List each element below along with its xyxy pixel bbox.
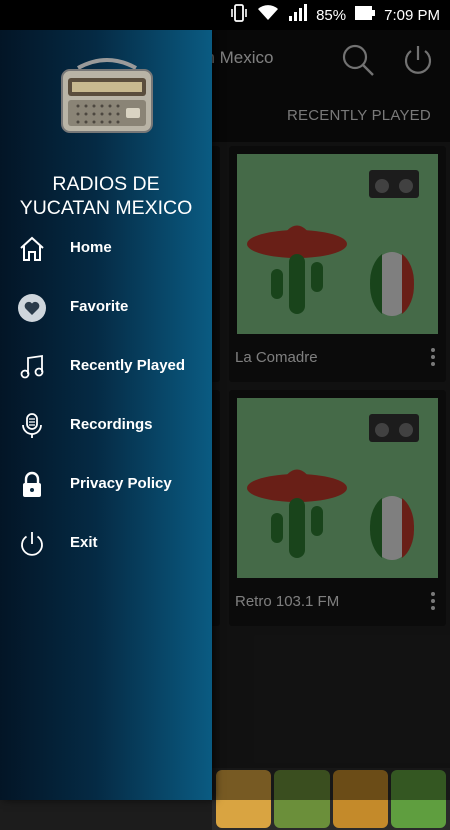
battery-percent: 85% bbox=[316, 6, 347, 24]
station-card[interactable]: Retro 103.1 FM bbox=[229, 390, 446, 626]
home-icon bbox=[18, 235, 46, 263]
ad-game-thumbnail bbox=[216, 770, 272, 828]
drawer-title-line1: RADIOS DE bbox=[52, 173, 160, 195]
microphone-icon bbox=[18, 412, 46, 440]
station-name: Retro 103.1 FM bbox=[235, 593, 340, 610]
signal-icon bbox=[288, 4, 308, 26]
station-artwork bbox=[237, 154, 438, 334]
more-options-icon[interactable] bbox=[430, 592, 436, 612]
menu-item-label: Home bbox=[70, 239, 112, 256]
menu-item-label: Exit bbox=[70, 534, 98, 551]
ad-game-thumbnail bbox=[332, 770, 388, 828]
music-note-icon bbox=[18, 353, 46, 381]
station-card[interactable]: La Comadre bbox=[229, 146, 446, 382]
lock-icon bbox=[18, 471, 46, 499]
menu-item-label: Privacy Policy bbox=[70, 475, 172, 492]
more-options-icon[interactable] bbox=[430, 348, 436, 368]
drawer-title-line2: YUCATAN MEXICO bbox=[19, 197, 193, 219]
menu-item-recently-played[interactable]: Recently Played bbox=[0, 342, 212, 392]
station-artwork bbox=[237, 398, 438, 578]
menu-item-label: Recordings bbox=[70, 416, 153, 433]
clock: 7:09 PM bbox=[384, 6, 440, 24]
station-name: La Comadre bbox=[235, 349, 318, 366]
wifi-icon bbox=[256, 4, 280, 26]
menu-item-label: Favorite bbox=[70, 298, 129, 315]
search-icon[interactable] bbox=[340, 42, 376, 78]
menu-item-exit[interactable]: Exit bbox=[0, 519, 212, 569]
ad-game-thumbnail bbox=[390, 770, 446, 828]
menu-item-favorite[interactable]: Favorite bbox=[0, 283, 212, 333]
drawer-title: RADIOS DE YUCATAN MEXICO bbox=[0, 172, 212, 220]
ad-game-thumbnail bbox=[274, 770, 330, 828]
status-bar: 85% 7:09 PM bbox=[0, 0, 450, 30]
power-icon bbox=[18, 530, 46, 558]
menu-item-privacy-policy[interactable]: Privacy Policy bbox=[0, 460, 212, 510]
menu-item-home[interactable]: Home bbox=[0, 224, 212, 274]
heart-icon bbox=[18, 294, 46, 322]
tab-recently-played[interactable]: RECENTLY PLAYED bbox=[287, 107, 431, 124]
battery-icon bbox=[354, 4, 376, 26]
ad-banner[interactable] bbox=[212, 768, 450, 830]
menu-item-label: Recently Played bbox=[70, 357, 186, 374]
power-icon[interactable] bbox=[400, 42, 436, 78]
navigation-drawer: RADIOS DE YUCATAN MEXICO Home Favorite R… bbox=[0, 30, 212, 800]
menu-item-recordings[interactable]: Recordings bbox=[0, 401, 212, 451]
vibrate-icon bbox=[230, 3, 248, 27]
radio-logo-icon bbox=[58, 56, 156, 136]
